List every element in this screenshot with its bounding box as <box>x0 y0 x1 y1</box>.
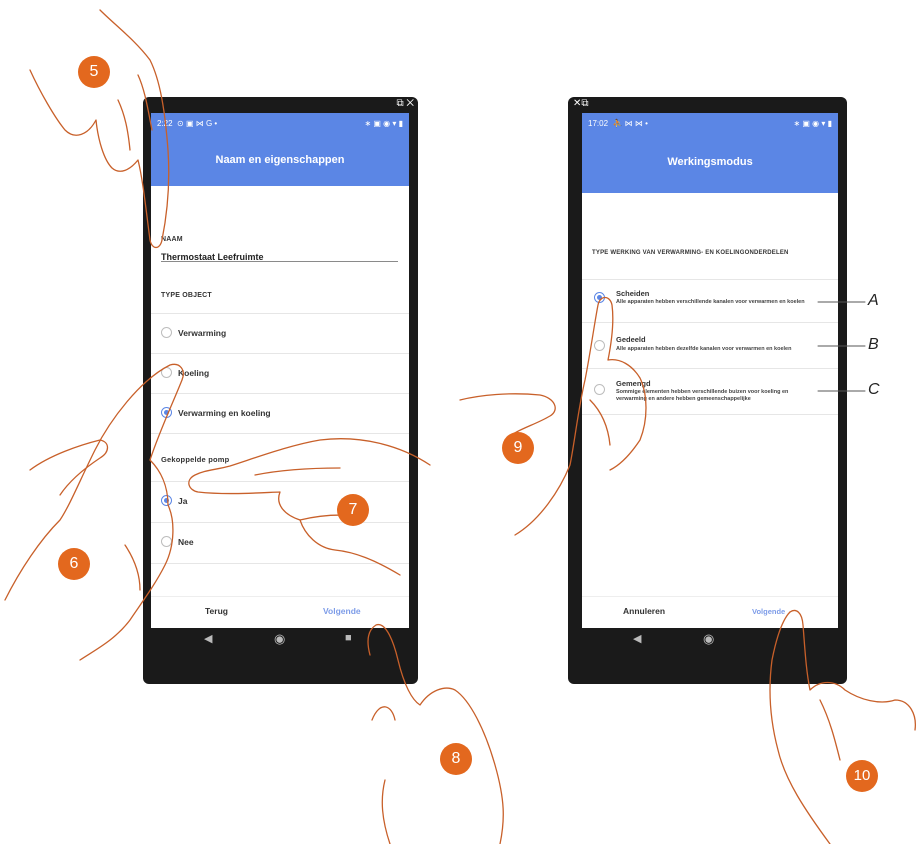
step-callout-9: 9 <box>502 432 534 464</box>
step-callout-7: 7 <box>337 494 369 526</box>
hand-illustrations <box>4 9 916 844</box>
hand-9 <box>514 296 647 536</box>
label-a: A <box>868 292 879 309</box>
hand-5 <box>29 9 170 249</box>
hand-8 <box>367 623 504 844</box>
step-callout-8: 8 <box>440 743 472 775</box>
label-b: B <box>868 336 879 353</box>
hand-7 <box>188 438 431 576</box>
step-callout-6: 6 <box>58 548 90 580</box>
hand-10 <box>769 611 831 844</box>
hand-6 <box>4 363 184 661</box>
step-callout-10: 10 <box>846 760 878 792</box>
step-callout-5: 5 <box>78 56 110 88</box>
label-c: C <box>868 381 880 398</box>
